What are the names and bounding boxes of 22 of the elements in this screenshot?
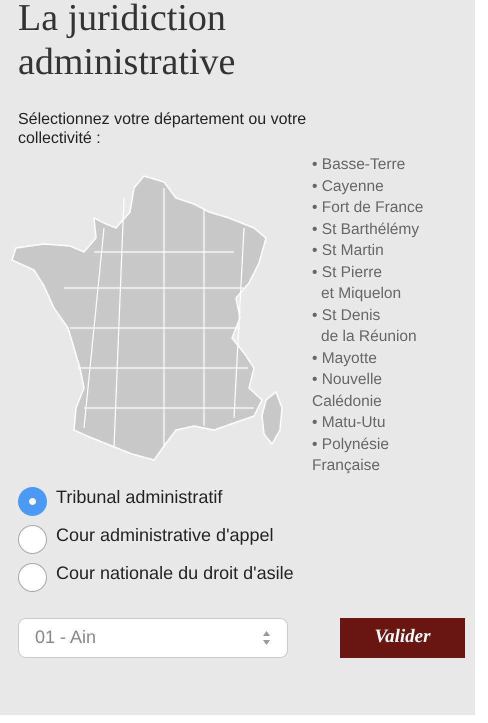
radio-label[interactable]: Cour administrative d'appel [56,522,274,548]
radio-button[interactable] [18,524,47,554]
territory-link[interactable]: • Basse-Terre [312,154,424,176]
territory-link[interactable]: • St Pierre et Miquelon [312,262,424,304]
validate-button[interactable]: Valider [340,618,465,658]
territory-link[interactable]: • Nouvelle Calédonie [312,369,424,412]
territory-link[interactable]: • Matu-Utu [312,412,424,434]
territory-link[interactable]: • Fort de France [312,197,424,218]
radio-label[interactable]: Tribunal administratif [56,484,222,510]
radio-button[interactable] [18,562,47,592]
territory-link[interactable]: • Mayotte [312,348,424,369]
radio-label[interactable]: Cour nationale du droit d'asile [56,560,294,586]
instruction-text: Sélectionnez votre département ou votre collectivité : [18,110,308,148]
page-title: La juridiction administrative [18,0,236,84]
department-select[interactable]: 01 - Ain [18,618,288,658]
stepper-icon [262,630,271,646]
territory-link[interactable]: • Polynésie Française [312,434,424,476]
radio-button[interactable] [18,486,47,516]
territory-link[interactable]: • Cayenne [312,176,424,197]
territory-link[interactable]: • St Denis de la Réunion [312,304,424,348]
territory-link[interactable]: • St Martin [312,240,424,262]
territory-link[interactable]: • St Barthélémy [312,218,424,240]
